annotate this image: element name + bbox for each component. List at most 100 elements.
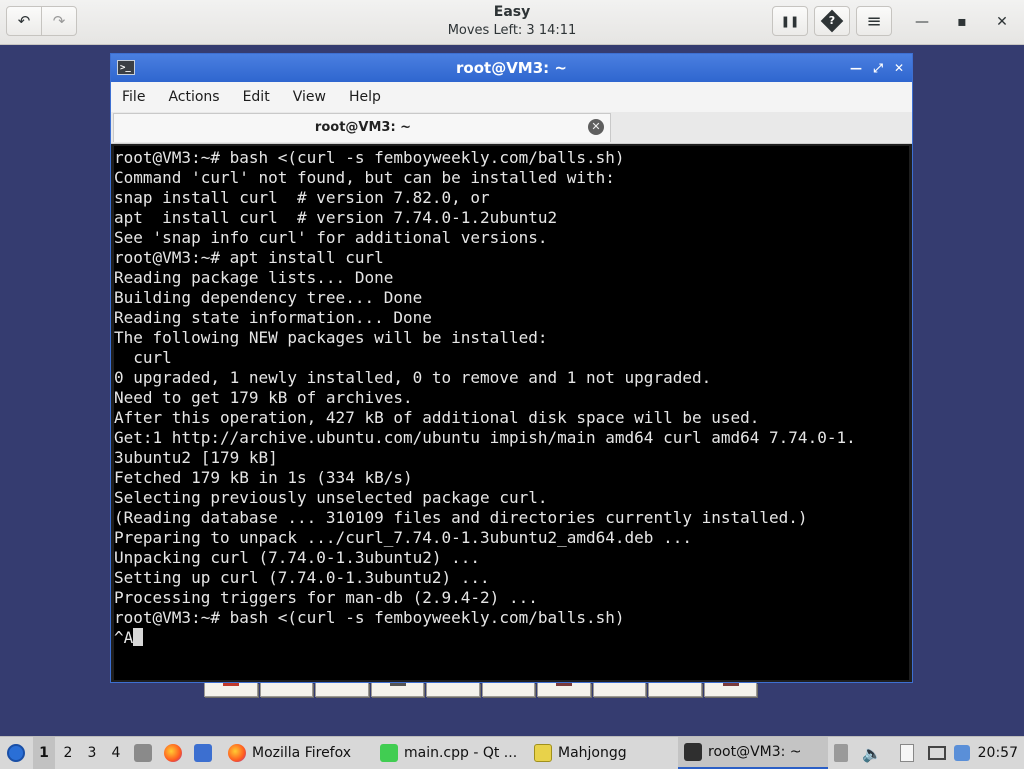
task-label: main.cpp - Qt ...: [404, 745, 518, 761]
terminal-line: Preparing to unpack .../curl_7.74.0-1.3u…: [114, 528, 692, 547]
terminal-menubar: File Actions Edit View Help: [111, 82, 912, 112]
mahjong-board: [204, 683, 759, 698]
tray-updates[interactable]: [954, 737, 970, 769]
terminal-line: 0 upgraded, 1 newly installed, 0 to remo…: [114, 368, 712, 387]
tab-close-icon[interactable]: ✕: [588, 119, 604, 135]
task-label: root@VM3: ~: [708, 744, 802, 760]
update-icon: [954, 745, 970, 761]
workspace-4[interactable]: 4: [105, 737, 127, 769]
terminal-title: root@VM3: ~: [456, 59, 567, 77]
terminal-line: Selecting previously unselected package …: [114, 488, 548, 507]
maximize-icon: ⤢: [873, 60, 883, 75]
task-label: Mozilla Firefox: [252, 745, 352, 761]
menu-help[interactable]: Help: [338, 89, 393, 105]
pause-button[interactable]: ❚❚: [772, 6, 808, 36]
desktop-launcher[interactable]: [194, 737, 212, 769]
terminal-line: Get:1 http://archive.ubuntu.com/ubuntu i…: [114, 428, 856, 447]
firefox-icon: [228, 744, 246, 762]
tray-notes[interactable]: [900, 737, 914, 769]
terminal-maximize-button[interactable]: ⤢: [869, 59, 887, 77]
terminal-line: curl: [114, 348, 172, 367]
app-menu-icon: [7, 744, 25, 762]
notes-icon: [900, 744, 914, 762]
mahjong-tile[interactable]: [703, 683, 757, 697]
terminal-line: root@VM3:~# bash <(curl -s femboyweekly.…: [114, 148, 625, 167]
terminal-line: Reading package lists... Done: [114, 268, 394, 287]
minimize-icon: —: [850, 61, 862, 75]
tray-volume[interactable]: 🔈: [862, 737, 882, 769]
terminal-line: After this operation, 427 kB of addition…: [114, 408, 760, 427]
task-firefox[interactable]: Mozilla Firefox: [222, 737, 378, 769]
network-icon: [928, 746, 946, 760]
terminal-cursor: [133, 628, 144, 646]
terminal-titlebar[interactable]: >_ root@VM3: ~ — ⤢ ✕: [111, 54, 912, 82]
terminal-tab[interactable]: root@VM3: ~ ✕: [113, 113, 611, 142]
app-menu-button[interactable]: [4, 737, 28, 769]
terminal-line: apt install curl # version 7.74.0-1.2ubu…: [114, 208, 558, 227]
desktop-icon: [194, 744, 212, 762]
workspace-1[interactable]: 1: [33, 737, 55, 769]
terminal-line: Fetched 179 kB in 1s (334 kB/s): [114, 468, 413, 487]
files-launcher[interactable]: [134, 737, 152, 769]
firefox-icon: [164, 744, 182, 762]
workspace-3[interactable]: 3: [81, 737, 103, 769]
firefox-launcher[interactable]: [164, 737, 182, 769]
game-maximize-button[interactable]: ▪: [950, 10, 974, 34]
tray-clipboard[interactable]: [834, 737, 848, 769]
tray-network[interactable]: [928, 737, 946, 769]
game-headerbar: ↶ ↷ Easy Moves Left: 3 14:11 ❚❚ ? ≡ — ▪ …: [0, 0, 1024, 45]
game-close-button[interactable]: ✕: [990, 10, 1014, 34]
menu-file[interactable]: File: [111, 89, 157, 105]
terminal-output: root@VM3:~# bash <(curl -s femboyweekly.…: [114, 146, 909, 648]
terminal-output-area[interactable]: root@VM3:~# bash <(curl -s femboyweekly.…: [114, 146, 909, 680]
maximize-icon: ▪: [957, 14, 967, 30]
mahjong-tile[interactable]: [537, 683, 591, 697]
terminal-line: See 'snap info curl' for additional vers…: [114, 228, 548, 247]
terminal-line: (Reading database ... 310109 files and d…: [114, 508, 808, 527]
clipboard-icon: [834, 744, 848, 762]
close-icon: ✕: [893, 61, 905, 75]
menu-button[interactable]: ≡: [856, 6, 892, 36]
terminal-icon: [684, 743, 702, 761]
mahjongg-icon: [534, 744, 552, 762]
terminal-line: snap install curl # version 7.82.0, or: [114, 188, 490, 207]
terminal-line: Processing triggers for man-db (2.9.4-2)…: [114, 588, 538, 607]
terminal-line: 3ubuntu2 [179 kB]: [114, 448, 278, 467]
qt-icon: [380, 744, 398, 762]
menu-edit[interactable]: Edit: [232, 89, 282, 105]
task-terminal[interactable]: root@VM3: ~: [678, 737, 828, 769]
close-icon: ✕: [996, 14, 1008, 30]
hamburger-icon: ≡: [866, 10, 882, 32]
mahjong-tile[interactable]: [315, 683, 369, 697]
terminal-window: >_ root@VM3: ~ — ⤢ ✕ File Actions Edit V…: [110, 53, 913, 683]
terminal-line: root@VM3:~# apt install curl: [114, 248, 384, 267]
workspace-2[interactable]: 2: [57, 737, 79, 769]
hint-icon: ?: [820, 9, 844, 33]
menu-actions[interactable]: Actions: [157, 89, 231, 105]
task-qt-creator[interactable]: main.cpp - Qt ...: [374, 737, 530, 769]
terminal-line: The following NEW packages will be insta…: [114, 328, 548, 347]
terminal-tabbar: root@VM3: ~ ✕: [111, 112, 912, 144]
menu-view[interactable]: View: [282, 89, 338, 105]
mahjong-tile[interactable]: [648, 683, 702, 697]
minimize-icon: —: [915, 14, 929, 30]
mahjong-tile[interactable]: [426, 683, 480, 697]
hint-button[interactable]: ?: [814, 6, 850, 36]
terminal-tab-label: root@VM3: ~: [314, 120, 412, 135]
mahjong-tile[interactable]: [259, 683, 313, 697]
terminal-line: Reading state information... Done: [114, 308, 432, 327]
task-mahjongg[interactable]: Mahjongg: [528, 737, 680, 769]
terminal-line: root@VM3:~# bash <(curl -s femboyweekly.…: [114, 608, 625, 627]
terminal-minimize-button[interactable]: —: [847, 59, 865, 77]
terminal-line: Setting up curl (7.74.0-1.3ubuntu2) ...: [114, 568, 490, 587]
terminal-line: Unpacking curl (7.74.0-1.3ubuntu2) ...: [114, 548, 481, 567]
mahjong-tile[interactable]: [592, 683, 646, 697]
clock[interactable]: 20:57: [978, 737, 1018, 769]
game-minimize-button[interactable]: —: [910, 10, 934, 34]
mahjong-tile[interactable]: [204, 683, 258, 697]
terminal-close-button[interactable]: ✕: [890, 59, 908, 77]
mahjong-tile[interactable]: [481, 683, 535, 697]
terminal-line: Need to get 179 kB of archives.: [114, 388, 413, 407]
files-icon: [134, 744, 152, 762]
mahjong-tile[interactable]: [370, 683, 424, 697]
